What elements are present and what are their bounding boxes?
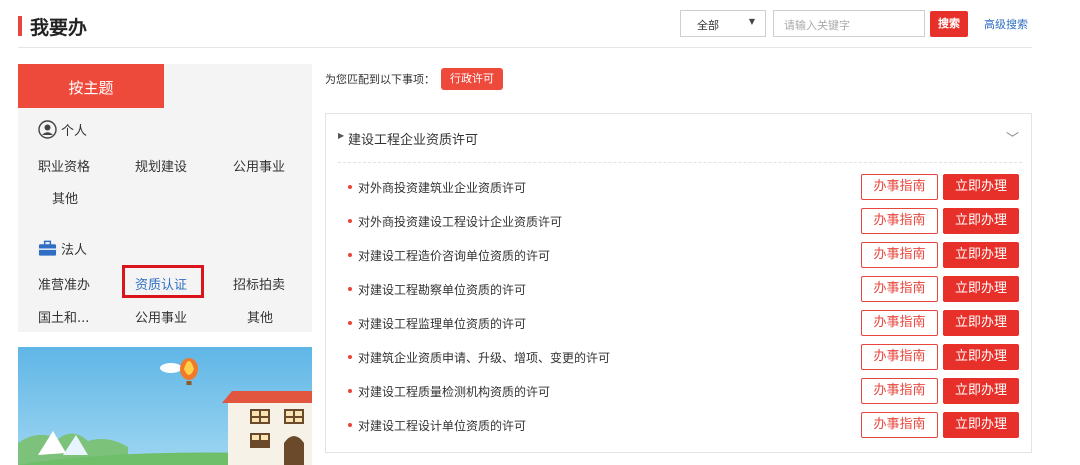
page-header: 我要办 全部 ▼ 请输入关键字 搜索 高级搜索 — [18, 10, 1032, 48]
list-item: 对建设工程监理单位资质的许可 办事指南 立即办理 — [326, 310, 1031, 340]
page-title: 我要办 — [30, 17, 88, 39]
bullet-dot-icon — [348, 321, 352, 325]
apply-now-button[interactable]: 立即办理 — [943, 174, 1019, 200]
scope-select[interactable]: 全部 ▼ — [680, 10, 766, 37]
category-item[interactable]: 公用事业 — [135, 307, 187, 326]
chevron-down-icon[interactable]: ﹀ — [1006, 128, 1019, 147]
list-item: 对建设工程勘察单位资质的许可 办事指南 立即办理 — [326, 276, 1031, 306]
triangle-right-icon: ▶ — [338, 131, 345, 140]
group-personal: 个人 — [38, 120, 87, 139]
apply-now-button[interactable]: 立即办理 — [943, 412, 1019, 438]
bullet-dot-icon — [348, 253, 352, 257]
bullet-dot-icon — [348, 287, 352, 291]
list-item: 对建筑企业资质申请、升级、增项、变更的许可 办事指南 立即办理 — [326, 344, 1031, 374]
category-item[interactable]: 公用事业 — [233, 156, 285, 175]
search-input[interactable]: 请输入关键字 — [773, 10, 925, 37]
apply-now-button[interactable]: 立即办理 — [943, 310, 1019, 336]
person-circle-icon — [38, 120, 57, 139]
list-item: 对外商投资建设工程设计企业资质许可 办事指南 立即办理 — [326, 208, 1031, 238]
list-item: 对建设工程造价咨询单位资质的许可 办事指南 立即办理 — [326, 242, 1031, 272]
scope-select-value: 全部 — [697, 19, 719, 32]
matter-title[interactable]: 对建设工程造价咨询单位资质的许可 — [358, 247, 550, 264]
bullet-dot-icon — [348, 423, 352, 427]
matter-title[interactable]: 对建设工程质量检测机构资质的许可 — [358, 383, 550, 400]
title-accent-bar — [18, 16, 22, 36]
selection-highlight-box — [122, 265, 204, 298]
match-prefix: 为您匹配到以下事项： — [325, 73, 435, 86]
search-button[interactable]: 搜索 — [930, 11, 968, 37]
theme-sidebar: 按主题 个人 职业资格 规划建设 公用事业 其他 法人 准营准办 资质认证 招标… — [18, 64, 312, 332]
guide-button[interactable]: 办事指南 — [861, 174, 938, 200]
apply-now-button[interactable]: 立即办理 — [943, 344, 1019, 370]
guide-button[interactable]: 办事指南 — [861, 378, 938, 404]
list-item: 对建设工程设计单位资质的许可 办事指南 立即办理 — [326, 412, 1031, 442]
advanced-search-link[interactable]: 高级搜索 — [984, 16, 1028, 32]
briefcase-icon — [38, 239, 57, 258]
tab-by-theme[interactable]: 按主题 — [18, 64, 164, 108]
category-item[interactable]: 其他 — [52, 188, 78, 207]
guide-button[interactable]: 办事指南 — [861, 242, 938, 268]
group-legal-label: 法人 — [61, 243, 88, 258]
matter-title[interactable]: 对建筑企业资质申请、升级、增项、变更的许可 — [358, 349, 610, 366]
guide-button[interactable]: 办事指南 — [861, 276, 938, 302]
bullet-dot-icon — [348, 185, 352, 189]
group-legal: 法人 — [38, 239, 87, 258]
matter-title[interactable]: 对外商投资建设工程设计企业资质许可 — [358, 213, 562, 230]
bullet-dot-icon — [348, 355, 352, 359]
banner-illustration — [18, 347, 312, 465]
apply-now-button[interactable]: 立即办理 — [943, 208, 1019, 234]
house-illustration — [222, 391, 312, 465]
matter-title[interactable]: 对外商投资建筑业企业资质许可 — [358, 179, 526, 196]
apply-now-button[interactable]: 立即办理 — [943, 378, 1019, 404]
matter-title[interactable]: 对建设工程监理单位资质的许可 — [358, 315, 526, 332]
category-item[interactable]: 招标拍卖 — [233, 274, 285, 293]
guide-button[interactable]: 办事指南 — [861, 310, 938, 336]
guide-button[interactable]: 办事指南 — [861, 412, 938, 438]
match-summary: 为您匹配到以下事项： 行政许可 — [325, 68, 503, 90]
match-tag[interactable]: 行政许可 — [441, 68, 503, 90]
bullet-dot-icon — [348, 389, 352, 393]
card-header[interactable]: ▶ 建设工程企业资质许可 ﹀ — [326, 114, 1031, 162]
matter-title[interactable]: 对建设工程设计单位资质的许可 — [358, 417, 526, 434]
apply-now-button[interactable]: 立即办理 — [943, 242, 1019, 268]
guide-button[interactable]: 办事指南 — [861, 344, 938, 370]
category-item[interactable]: 国土和... — [38, 307, 89, 326]
card-divider — [338, 162, 1022, 163]
apply-now-button[interactable]: 立即办理 — [943, 276, 1019, 302]
search-placeholder: 请输入关键字 — [784, 19, 850, 32]
category-item[interactable]: 规划建设 — [135, 156, 187, 175]
matter-card: ▶ 建设工程企业资质许可 ﹀ 对外商投资建筑业企业资质许可 办事指南 立即办理 对外商… — [325, 113, 1032, 453]
category-item[interactable]: 准营准办 — [38, 274, 90, 293]
guide-button[interactable]: 办事指南 — [861, 208, 938, 234]
category-title: 建设工程企业资质许可 — [348, 133, 479, 148]
category-item[interactable]: 其他 — [247, 307, 273, 326]
group-personal-label: 个人 — [61, 124, 88, 139]
list-item: 对外商投资建筑业企业资质许可 办事指南 立即办理 — [326, 174, 1031, 204]
matter-title[interactable]: 对建设工程勘察单位资质的许可 — [358, 281, 526, 298]
category-item[interactable]: 职业资格 — [38, 156, 90, 175]
list-item: 对建设工程质量检测机构资质的许可 办事指南 立即办理 — [326, 378, 1031, 408]
bullet-dot-icon — [348, 219, 352, 223]
caret-down-icon: ▼ — [748, 17, 755, 26]
